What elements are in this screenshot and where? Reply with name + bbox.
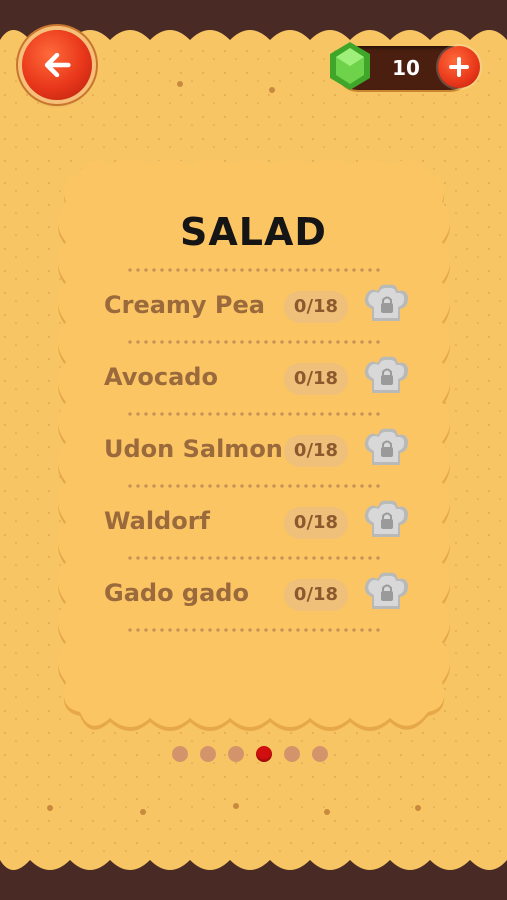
chef-hat-lock-icon [364, 500, 408, 537]
chef-hat-lock-icon [364, 428, 408, 465]
page-dot-1[interactable] [172, 746, 188, 762]
page-dot-2[interactable] [200, 746, 216, 762]
page-dot-5[interactable] [284, 746, 300, 762]
recipe-progress: 0/18 [284, 291, 348, 323]
recipe-name: Gado gado [104, 579, 249, 607]
page-dot-3[interactable] [228, 746, 244, 762]
recipe-name: Avocado [104, 363, 218, 391]
currency-amount: 10 [392, 56, 420, 80]
recipe-progress: 0/18 [284, 507, 348, 539]
recipe-progress: 0/18 [284, 579, 348, 611]
back-button[interactable] [22, 30, 92, 100]
add-currency-button[interactable] [438, 46, 480, 88]
green-gem-icon [330, 42, 370, 90]
divider [126, 268, 382, 272]
recipe-row-avocado[interactable]: Avocado 0/18 [100, 355, 420, 403]
chef-hat-lock-icon [364, 356, 408, 393]
page-dot-4[interactable] [256, 746, 272, 762]
recipe-row-creamy-pea[interactable]: Creamy Pea 0/18 [100, 283, 420, 331]
recipe-progress: 0/18 [284, 363, 348, 395]
plus-icon [449, 57, 469, 77]
chef-hat-lock-icon [364, 284, 408, 321]
divider [126, 412, 382, 416]
recipe-name: Udon Salmon [104, 435, 283, 463]
recipe-row-udon-salmon[interactable]: Udon Salmon 0/18 [100, 427, 420, 475]
divider [126, 628, 382, 632]
divider [126, 556, 382, 560]
recipe-name: Waldorf [104, 507, 210, 535]
chef-hat-lock-icon [364, 572, 408, 609]
recipe-progress: 0/18 [284, 435, 348, 467]
arrow-left-icon [44, 52, 71, 78]
divider [126, 340, 382, 344]
recipe-row-gado-gado[interactable]: Gado gado 0/18 [100, 571, 420, 619]
divider [126, 484, 382, 488]
category-title: SALAD [180, 210, 327, 254]
recipe-row-waldorf[interactable]: Waldorf 0/18 [100, 499, 420, 547]
recipe-name: Creamy Pea [104, 291, 265, 319]
page-dot-6[interactable] [312, 746, 328, 762]
